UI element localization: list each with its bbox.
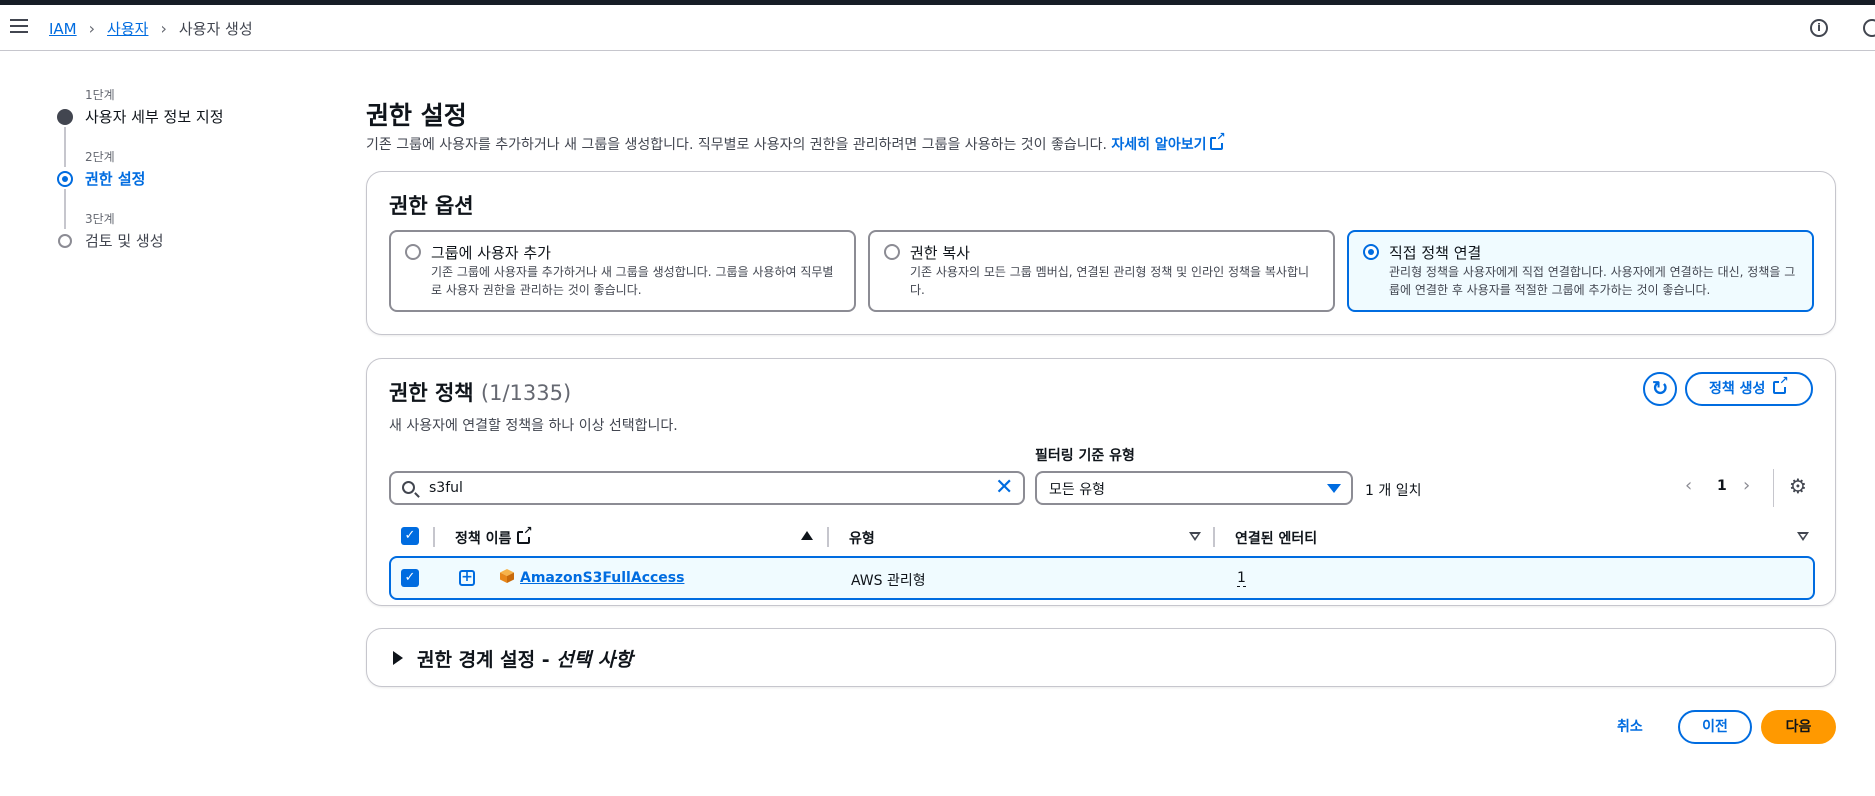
page-title: 권한 설정 — [366, 101, 467, 130]
caret-down-icon — [1327, 484, 1341, 493]
pagination-prev-icon[interactable]: ‹ — [1685, 475, 1692, 496]
aws-policy-icon — [500, 569, 514, 583]
step-label: 2단계 — [85, 150, 115, 164]
external-link-icon — [1773, 375, 1789, 394]
option-title: 그룹에 사용자 추가 — [431, 244, 551, 262]
breadcrumb-iam[interactable]: IAM — [49, 20, 77, 38]
filter-type-select[interactable]: 모든 유형 — [1035, 471, 1353, 505]
header: IAM › 사용자 › 사용자 생성 i — [0, 5, 1875, 51]
page-description-text: 기존 그룹에 사용자를 추가하거나 새 그룹을 생성합니다. 직무별로 사용자의… — [366, 137, 1107, 153]
wizard-steps: 1단계 사용자 세부 정보 지정 2단계 권한 설정 3단계 검토 및 생성 — [55, 82, 315, 268]
step-label: 3단계 — [85, 212, 115, 226]
create-policy-label: 정책 생성 — [1709, 381, 1766, 397]
policies-title-text: 권한 정책 — [389, 381, 474, 405]
filter-label: 필터링 기준 유형 — [1035, 448, 1135, 464]
policies-count: (1/1335) — [480, 381, 572, 405]
option-description: 관리형 정책을 사용자에게 직접 연결합니다. 사용자에게 연결하는 대신, 정… — [1389, 265, 1796, 297]
breadcrumb-users[interactable]: 사용자 — [107, 18, 148, 39]
breadcrumb: IAM › 사용자 › 사용자 생성 — [49, 18, 253, 39]
table-row[interactable]: ✓ + AmazonS3FullAccess AWS 관리형 1 — [389, 556, 1815, 600]
boundary-title-text: 권한 경계 설정 - — [417, 649, 557, 671]
table-header: ✓ 정책 이름 유형 연결된 엔터티 — [389, 519, 1815, 555]
hamburger-icon[interactable] — [10, 19, 28, 35]
expand-icon[interactable]: + — [459, 570, 475, 586]
step-2[interactable]: 2단계 권한 설정 — [55, 144, 315, 229]
option-title: 직접 정책 연결 — [1389, 244, 1482, 262]
option-title: 권한 복사 — [910, 244, 970, 262]
step-title: 검토 및 생성 — [85, 232, 164, 250]
permission-options-card: 권한 옵션 그룹에 사용자 추가 기존 그룹에 사용자를 추가하거나 새 그룹을… — [366, 171, 1836, 335]
option-add-to-group[interactable]: 그룹에 사용자 추가 기존 그룹에 사용자를 추가하거나 새 그룹을 생성합니다… — [389, 230, 856, 312]
sort-icon[interactable] — [1797, 532, 1809, 541]
divider — [1773, 469, 1774, 507]
radio-button-selected[interactable] — [1363, 244, 1379, 260]
step-title: 권한 설정 — [85, 170, 146, 188]
step-label: 1단계 — [85, 88, 115, 102]
settings-icon[interactable] — [1863, 19, 1875, 37]
external-link-icon — [517, 525, 533, 544]
policy-name-link[interactable]: AmazonS3FullAccess — [520, 570, 684, 586]
learn-more-label: 자세히 알아보기 — [1111, 137, 1207, 153]
step-3: 3단계 검토 및 생성 — [55, 206, 315, 268]
radio-button[interactable] — [884, 244, 900, 260]
match-count: 1 개 일치 — [1365, 483, 1422, 499]
pagination-page[interactable]: 1 — [1717, 478, 1727, 494]
column-header-type[interactable]: 유형 — [849, 528, 875, 548]
breadcrumb-current: 사용자 생성 — [178, 20, 253, 38]
step-title: 사용자 세부 정보 지정 — [85, 108, 224, 126]
permission-policies-card: 권한 정책 (1/1335) ↻ 정책 생성 새 사용자에 연결할 정책을 하나… — [366, 358, 1836, 606]
clear-icon[interactable]: ✕ — [995, 475, 1013, 500]
pagination-next-icon[interactable]: › — [1743, 475, 1750, 496]
refresh-button[interactable]: ↻ — [1643, 372, 1677, 406]
search-field[interactable]: ✕ — [389, 471, 1025, 505]
external-link-icon — [1210, 131, 1226, 150]
refresh-icon: ↻ — [1651, 376, 1669, 400]
option-copy-permissions[interactable]: 권한 복사 기존 사용자의 모든 그룹 멤버십, 연결된 관리형 정책 및 인라… — [868, 230, 1335, 312]
column-divider — [1213, 527, 1215, 547]
boundary-title[interactable]: 권한 경계 설정 - 선택 사항 — [417, 645, 633, 672]
caret-right-icon[interactable] — [393, 651, 403, 665]
attached-entities[interactable]: 1 — [1237, 570, 1246, 587]
column-divider — [433, 527, 435, 547]
column-header-entities[interactable]: 연결된 엔터티 — [1235, 528, 1317, 548]
previous-button[interactable]: 이전 — [1678, 710, 1752, 744]
row-checkbox[interactable]: ✓ — [401, 569, 419, 587]
step-pending-icon — [58, 234, 72, 248]
sort-icon[interactable] — [1189, 532, 1201, 541]
learn-more-link[interactable]: 자세히 알아보기 — [1111, 131, 1226, 153]
radio-button[interactable] — [405, 244, 421, 260]
check-icon: ✓ — [401, 527, 419, 545]
gear-icon[interactable]: ⚙ — [1789, 474, 1807, 498]
sort-ascending-icon[interactable] — [801, 531, 813, 540]
column-header-policy-name[interactable]: 정책 이름 — [455, 525, 533, 548]
create-policy-button[interactable]: 정책 생성 — [1685, 372, 1813, 406]
search-input[interactable] — [429, 478, 949, 498]
option-description: 기존 사용자의 모든 그룹 멤버십, 연결된 관리형 정책 및 인라인 정책을 … — [910, 265, 1310, 297]
select-all-checkbox[interactable]: ✓ — [401, 527, 419, 545]
check-icon: ✓ — [401, 569, 419, 587]
next-button[interactable]: 다음 — [1761, 710, 1836, 744]
policies-description: 새 사용자에 연결할 정책을 하나 이상 선택합니다. — [389, 418, 678, 434]
column-divider — [827, 527, 829, 547]
step-done-icon — [57, 109, 73, 125]
chevron-right-icon: › — [88, 19, 96, 38]
option-attach-policies[interactable]: 직접 정책 연결 관리형 정책을 사용자에게 직접 연결합니다. 사용자에게 연… — [1347, 230, 1814, 312]
search-icon — [402, 481, 415, 494]
filter-selected-value: 모든 유형 — [1049, 482, 1105, 498]
column-label: 정책 이름 — [455, 531, 512, 547]
step-1[interactable]: 1단계 사용자 세부 정보 지정 — [55, 82, 315, 167]
permissions-boundary-card[interactable]: 권한 경계 설정 - 선택 사항 — [366, 628, 1836, 687]
step-active-icon — [57, 171, 73, 187]
option-description: 기존 그룹에 사용자를 추가하거나 새 그룹을 생성합니다. 그룹을 사용하여 … — [431, 265, 834, 297]
cancel-button[interactable]: 취소 — [1617, 716, 1643, 736]
boundary-optional: 선택 사항 — [556, 649, 633, 671]
page-description: 기존 그룹에 사용자를 추가하거나 새 그룹을 생성합니다. 직무별로 사용자의… — [366, 131, 1226, 154]
permission-options-title: 권한 옵션 — [389, 194, 474, 218]
chevron-right-icon: › — [160, 19, 167, 38]
policy-type: AWS 관리형 — [851, 573, 926, 589]
info-icon[interactable]: i — [1810, 19, 1828, 37]
policies-title: 권한 정책 (1/1335) — [389, 377, 571, 407]
